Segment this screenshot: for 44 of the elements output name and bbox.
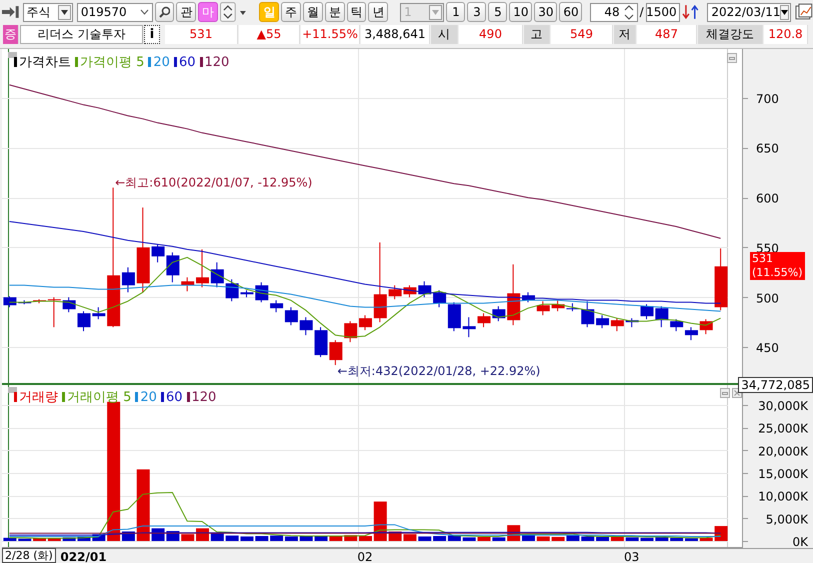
rate-text: +11.55% [301, 24, 360, 44]
date-axis-label: 03 [624, 550, 640, 563]
date-axis-label: 02 [357, 550, 373, 563]
legend-label: 가격이평 5 [80, 54, 144, 71]
axis-label: 10,000K [758, 490, 808, 504]
legend-label: 가격차트 [19, 54, 71, 71]
legend-label: 거래이평 5 [67, 389, 132, 406]
stat-value: 120.8 [764, 24, 808, 44]
stat-label: 시 [431, 24, 458, 44]
axis-label: 650 [756, 142, 779, 156]
stat-value: 487 [637, 24, 697, 44]
stat-value: 490 [459, 24, 523, 44]
axis-label: 500 [756, 291, 779, 306]
last-price-label: 531 (11.55%) [750, 252, 805, 280]
legend-label: 60 [166, 390, 182, 404]
stat-label: 고 [524, 24, 550, 44]
legend-label: 20 [153, 54, 170, 70]
change-text: ▲55 [239, 24, 300, 44]
axis-label: 600 [756, 192, 779, 206]
axis-label: 20,000K [758, 444, 808, 458]
volume-text: 3,488,641 [361, 24, 430, 44]
axis-label: 700 [756, 92, 779, 106]
axis-label: 15,000K [758, 467, 808, 481]
axis-label: 0K [792, 535, 808, 549]
market-badge: 증 [3, 24, 19, 44]
cursor-date-label: 2/28 (화) [2, 548, 56, 563]
legend-label: 거래량 [19, 389, 58, 406]
legend-label: 20 [140, 390, 157, 404]
date-axis-label: 022/01 [60, 550, 107, 563]
annotation-text: ←최저:432(2022/01/28, +22.92%) [337, 364, 540, 378]
separator-text: / [640, 5, 644, 19]
axis-label: 450 [756, 341, 779, 356]
legend-label: 120 [204, 54, 230, 70]
legend-label: 120 [192, 390, 216, 404]
price-text: 531 [165, 24, 238, 44]
axis-label: 25,000K [758, 422, 808, 436]
max-volume-label: 34,772,085 [738, 377, 813, 393]
stat-value: 549 [551, 24, 613, 44]
axis-label: 5,000K [766, 512, 808, 526]
axis-label: 30,000K [758, 399, 808, 413]
legend-label: 60 [178, 54, 196, 70]
stat-label: 저 [614, 24, 636, 44]
stat-label: 체결강도 [698, 24, 763, 44]
annotation-text: ←최고:610(2022/01/07, -12.95%) [115, 176, 312, 190]
